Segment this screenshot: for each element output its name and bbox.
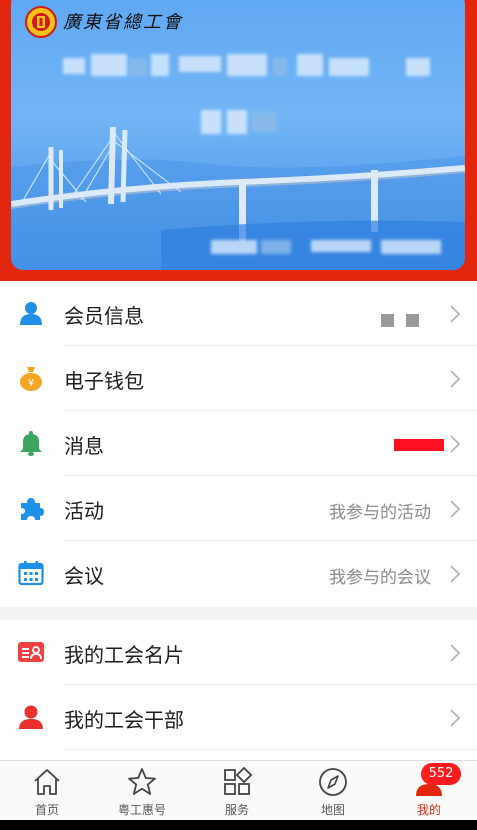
money-bag-icon: ¥ (20, 367, 42, 391)
menu-item-member-info[interactable]: 会员信息 (0, 281, 477, 346)
tab-label: 我的 (416, 803, 441, 817)
person-icon (19, 705, 43, 729)
tab-label: 服务 (224, 803, 249, 817)
calendar-icon (18, 561, 44, 586)
menu-item-union-card[interactable]: 我的工会名片 (0, 620, 477, 685)
menu-item-label: 消息 (64, 434, 104, 458)
menu-group-secondary: 我的工会名片 我的工会干部 (0, 620, 477, 760)
system-bottom-bar (0, 820, 477, 830)
menu-item-messages[interactable]: 消息 (0, 411, 477, 476)
tab-services[interactable]: 服务 (197, 761, 277, 821)
chevron-right-icon (450, 435, 460, 453)
menu-item-label: 会议 (64, 564, 104, 588)
menu-item-value: 我参与的活动 (329, 503, 431, 523)
tab-home[interactable]: 首页 (7, 761, 87, 821)
menu-item-label: 电子钱包 (64, 369, 144, 393)
svg-text:¥: ¥ (28, 378, 34, 389)
notification-badge: 552 (421, 763, 461, 785)
menu-item-label: 会员信息 (64, 304, 144, 328)
menu-item-wallet[interactable]: ¥ 电子钱包 (0, 346, 477, 411)
header-background: 廣東省總工會 (0, 0, 477, 281)
id-card-icon (18, 642, 44, 662)
menu-item-activities[interactable]: 活动 我参与的活动 (0, 476, 477, 541)
bottom-tab-bar: 首页 粤工惠号 服务 地图 我的 (0, 760, 477, 821)
tab-label: 首页 (34, 803, 59, 817)
menu-group-primary: 会员信息 ¥ 电子钱包 消息 活动 我参与的活动 会议 我参与的会议 (0, 281, 477, 607)
puzzle-icon (21, 498, 44, 520)
chevron-right-icon (450, 565, 460, 583)
compass-icon (319, 768, 347, 796)
bell-icon (20, 431, 42, 456)
tab-map[interactable]: 地图 (293, 761, 373, 821)
union-logo-icon (25, 6, 57, 38)
menu-item-meetings[interactable]: 会议 我参与的会议 (0, 541, 477, 606)
menu-item-label: 我的工会干部 (64, 708, 184, 732)
tab-label: 粤工惠号 (117, 803, 166, 817)
chevron-right-icon (450, 305, 460, 323)
chevron-right-icon (450, 709, 460, 727)
divider (64, 749, 477, 750)
star-icon (128, 768, 156, 795)
user-icon (20, 302, 42, 325)
chevron-right-icon (450, 370, 460, 388)
grid-icon (224, 767, 252, 795)
tab-benefits[interactable]: 粤工惠号 (102, 761, 182, 821)
tab-label: 地图 (320, 803, 345, 817)
menu-item-label: 我的工会名片 (64, 643, 184, 667)
menu-item-value: 我参与的会议 (329, 568, 431, 588)
member-card[interactable]: 廣東省總工會 (11, 0, 465, 270)
menu-item-label: 活动 (64, 499, 104, 523)
org-name: 廣東省總工會 (63, 12, 183, 33)
home-icon (34, 769, 60, 795)
chevron-right-icon (450, 500, 460, 518)
chevron-right-icon (450, 644, 460, 662)
menu-item-union-cadre[interactable]: 我的工会干部 (0, 685, 477, 750)
